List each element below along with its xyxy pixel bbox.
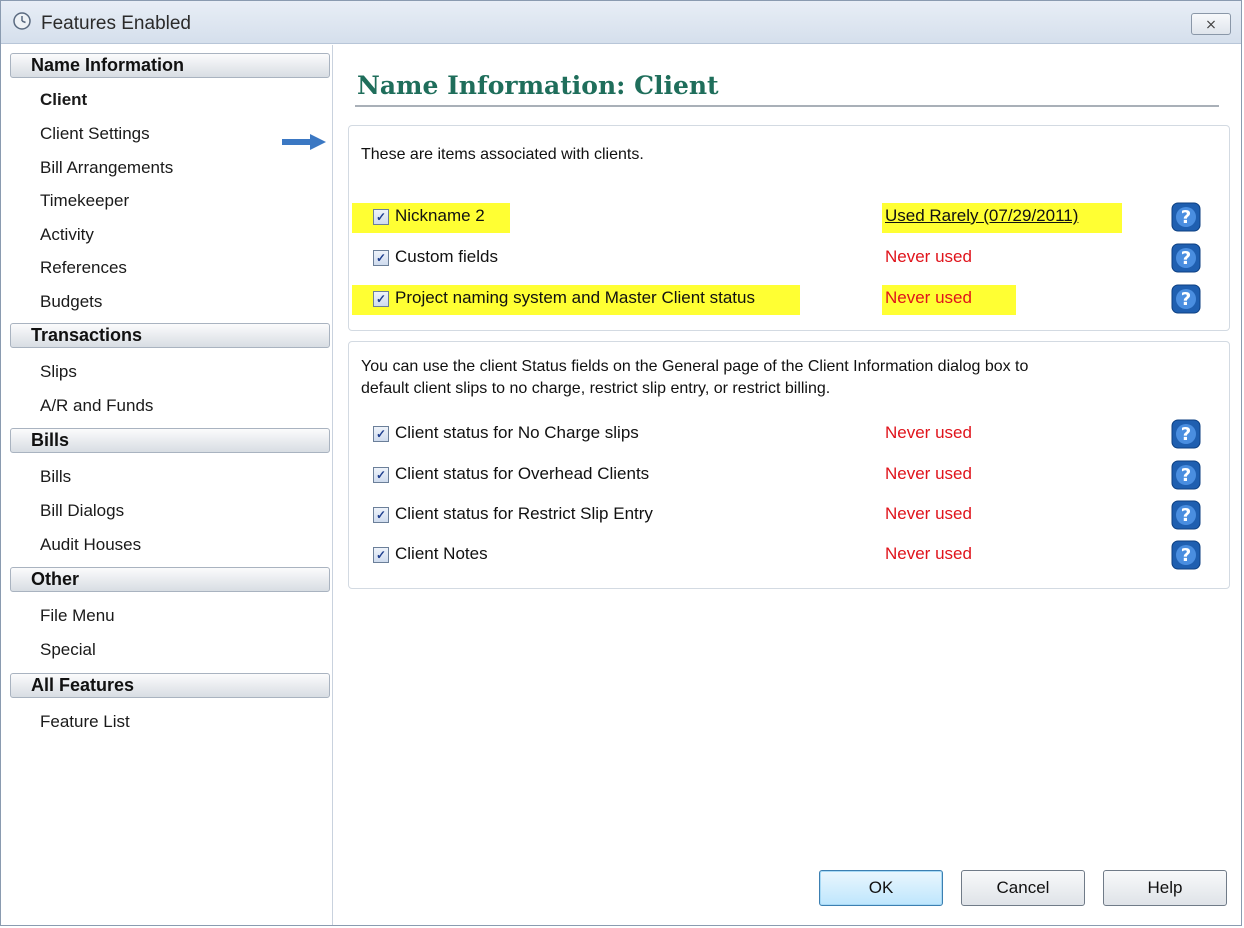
sidebar-group-transactions[interactable]: Transactions (10, 323, 330, 348)
nickname-2-status-link[interactable]: Used Rarely (07/29/2011) (885, 206, 1078, 226)
custom-fields-status: Never used (885, 247, 972, 266)
svg-text:?: ? (1181, 207, 1191, 228)
overhead-checkbox[interactable]: ✓ (373, 467, 389, 483)
panel1-description: These are items associated with clients. (361, 146, 644, 163)
svg-text:?: ? (1181, 424, 1191, 445)
svg-text:?: ? (1181, 248, 1191, 269)
feature-row-overhead: ✓ Client status for Overhead Clients Nev… (349, 460, 1229, 491)
close-button[interactable]: ⨯ (1191, 13, 1231, 35)
svg-text:?: ? (1181, 289, 1191, 310)
sidebar-item-slips[interactable]: Slips (40, 359, 77, 385)
feature-row-nickname-2: ✓ Nickname 2 Used Rarely (07/29/2011) ? (349, 202, 1229, 233)
feature-row-project-naming: ✓ Project naming system and Master Clien… (349, 284, 1229, 315)
svg-text:?: ? (1181, 505, 1191, 526)
help-question-icon[interactable]: ? (1171, 202, 1201, 232)
sidebar-group-all-features[interactable]: All Features (10, 673, 330, 698)
sidebar-item-budgets[interactable]: Budgets (40, 289, 102, 315)
panel2-description-line2: default client slips to no charge, restr… (361, 380, 831, 397)
sidebar: Name Information Client Client Settings … (2, 45, 333, 925)
client-notes-checkbox[interactable]: ✓ (373, 547, 389, 563)
svg-text:?: ? (1181, 545, 1191, 566)
project-naming-checkbox[interactable]: ✓ (373, 291, 389, 307)
help-question-icon[interactable]: ? (1171, 243, 1201, 273)
custom-fields-label: Custom fields (395, 247, 498, 266)
nickname-2-label: Nickname 2 (395, 206, 485, 225)
sidebar-group-name-information[interactable]: Name Information (10, 53, 330, 78)
sidebar-item-bills[interactable]: Bills (40, 464, 71, 490)
restrict-slip-status: Never used (885, 504, 972, 523)
feature-row-no-charge: ✓ Client status for No Charge slips Neve… (349, 419, 1229, 450)
project-naming-label: Project naming system and Master Client … (395, 288, 755, 307)
help-button[interactable]: Help (1103, 870, 1227, 906)
sidebar-item-references[interactable]: References (40, 255, 127, 281)
arrow-right-icon (282, 134, 326, 150)
restrict-slip-checkbox[interactable]: ✓ (373, 507, 389, 523)
panel2-description-line1: You can use the client Status fields on … (361, 358, 1029, 375)
sidebar-group-bills[interactable]: Bills (10, 428, 330, 453)
sidebar-item-timekeeper[interactable]: Timekeeper (40, 188, 129, 214)
window-title: Features Enabled (41, 13, 191, 34)
restrict-slip-label: Client status for Restrict Slip Entry (395, 504, 653, 523)
close-icon: ⨯ (1205, 16, 1217, 32)
sidebar-item-file-menu[interactable]: File Menu (40, 603, 115, 629)
help-question-icon[interactable]: ? (1171, 284, 1201, 314)
client-notes-status: Never used (885, 544, 972, 563)
help-question-icon[interactable]: ? (1171, 500, 1201, 530)
custom-fields-checkbox[interactable]: ✓ (373, 250, 389, 266)
sidebar-item-activity[interactable]: Activity (40, 222, 94, 248)
help-question-icon[interactable]: ? (1171, 460, 1201, 490)
title-divider (355, 105, 1219, 107)
sidebar-item-feature-list[interactable]: Feature List (40, 709, 130, 735)
title-bar: Features Enabled ⨯ (1, 1, 1241, 44)
sidebar-item-bill-dialogs[interactable]: Bill Dialogs (40, 498, 124, 524)
cancel-button[interactable]: Cancel (961, 870, 1085, 906)
no-charge-status: Never used (885, 423, 972, 442)
sidebar-item-special[interactable]: Special (40, 637, 96, 663)
feature-row-custom-fields: ✓ Custom fields Never used ? (349, 243, 1229, 274)
client-status-panel: You can use the client Status fields on … (348, 341, 1230, 589)
sidebar-item-audit-houses[interactable]: Audit Houses (40, 532, 141, 558)
nickname-2-checkbox[interactable]: ✓ (373, 209, 389, 225)
page-title: Name Information: Client (357, 71, 719, 100)
sidebar-item-ar-and-funds[interactable]: A/R and Funds (40, 393, 153, 419)
clock-icon (13, 12, 31, 30)
sidebar-group-other[interactable]: Other (10, 567, 330, 592)
sidebar-item-bill-arrangements[interactable]: Bill Arrangements (40, 155, 173, 181)
no-charge-label: Client status for No Charge slips (395, 423, 639, 442)
client-notes-label: Client Notes (395, 544, 488, 563)
overhead-label: Client status for Overhead Clients (395, 464, 650, 483)
feature-row-restrict-slip: ✓ Client status for Restrict Slip Entry … (349, 500, 1229, 531)
svg-text:?: ? (1181, 465, 1191, 486)
client-items-panel: These are items associated with clients.… (348, 125, 1230, 331)
sidebar-item-client-settings[interactable]: Client Settings (40, 121, 150, 147)
feature-row-client-notes: ✓ Client Notes Never used ? (349, 540, 1229, 571)
ok-button[interactable]: OK (819, 870, 943, 906)
help-question-icon[interactable]: ? (1171, 540, 1201, 570)
no-charge-checkbox[interactable]: ✓ (373, 426, 389, 442)
features-enabled-window: Features Enabled ⨯ Name Information Clie… (0, 0, 1242, 926)
help-question-icon[interactable]: ? (1171, 419, 1201, 449)
overhead-status: Never used (885, 464, 972, 483)
project-naming-status: Never used (885, 288, 972, 307)
sidebar-item-client[interactable]: Client (40, 87, 87, 113)
